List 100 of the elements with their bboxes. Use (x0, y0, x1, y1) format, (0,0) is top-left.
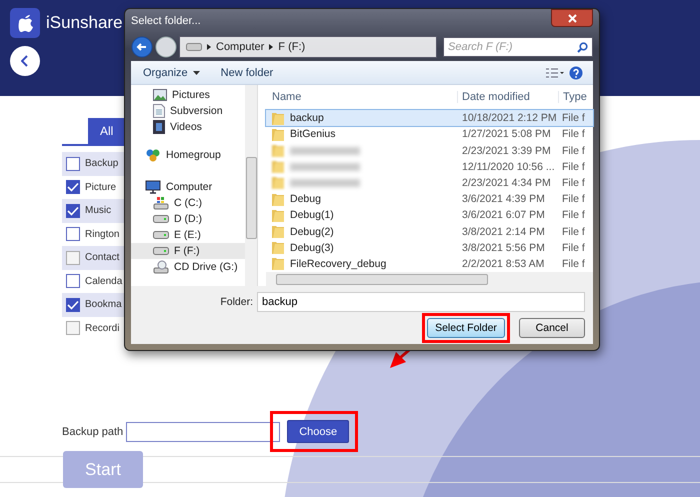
scrollbar[interactable] (245, 85, 257, 286)
date-cell-text: 3/8/2021 2:14 PM (461, 226, 546, 238)
file-row[interactable]: 2/23/2021 3:39 PM File f (266, 142, 593, 159)
type-cell-text: File f (561, 112, 586, 124)
option-label: Rington (85, 228, 120, 240)
date-cell-text: 2/23/2021 4:34 PM (461, 176, 552, 189)
type-cell-text: File f (561, 242, 586, 254)
nav-item[interactable]: Videos (131, 119, 245, 136)
file-row[interactable]: Debug(3) 3/8/2021 5:56 PM File f (266, 240, 593, 256)
file-row[interactable]: backup 10/18/2021 2:12 PM File f (266, 110, 593, 126)
back-button[interactable] (10, 46, 40, 76)
date-cell-text: 3/6/2021 6:07 PM (461, 209, 546, 222)
file-row[interactable]: 12/11/2020 10:56 ... File f (266, 158, 593, 175)
file-name: Debug(1) (290, 209, 334, 222)
drive-icon (153, 231, 169, 240)
file-name: Debug(2) (290, 226, 334, 238)
type-cell-text: File f (561, 176, 586, 189)
checkbox[interactable] (66, 298, 80, 312)
date-cell-text: 10/18/2021 2:12 PM (461, 112, 558, 124)
date-cell-text: 1/27/2021 5:08 PM (461, 128, 552, 140)
search-icon (577, 42, 588, 53)
search-field[interactable]: Search F (F:) (443, 36, 593, 57)
windows-drive-icon (153, 196, 169, 210)
nav-item[interactable]: E (E:) (131, 227, 245, 244)
file-row[interactable]: BitGenius 1/27/2021 5:08 PM File f (266, 126, 593, 142)
nav-item[interactable]: Pictures (131, 87, 245, 104)
checkbox[interactable] (66, 204, 80, 218)
nav-item[interactable]: F (F:) (131, 243, 245, 260)
file-row[interactable]: FileRecovery_debug 2/2/2021 8:53 AM File f (266, 256, 593, 272)
folder-icon (272, 176, 284, 190)
homegroup-icon (145, 148, 161, 162)
scrollbar[interactable] (266, 272, 593, 286)
file-name: Debug (290, 193, 321, 206)
column-header[interactable]: Date modified (458, 91, 559, 104)
folder-icon (272, 192, 284, 206)
file-row[interactable]: Debug(2) 3/8/2021 2:14 PM File f (266, 223, 593, 240)
folder-icon (272, 128, 284, 141)
option-label: Bookma (85, 299, 122, 310)
cancel-button[interactable]: Cancel (519, 318, 585, 338)
option-label: Backup (85, 158, 118, 170)
type-cell-text: File f (561, 160, 586, 173)
folder-label: Folder: (220, 296, 253, 308)
file-row[interactable]: 2/23/2021 4:34 PM File f (266, 174, 593, 192)
choose-button[interactable]: Choose (287, 420, 350, 443)
option-label: Recordi (85, 322, 120, 334)
file-name: backup (290, 112, 324, 124)
date-cell-text: 3/8/2021 5:56 PM (461, 242, 546, 254)
nav-item[interactable]: C (C:) (131, 195, 245, 212)
app-title: iSunshare (46, 13, 123, 33)
date-cell-text: 12/11/2020 10:56 ... (461, 160, 556, 173)
date-cell-text: 2/2/2021 8:53 AM (461, 258, 546, 270)
file-row[interactable]: Debug 3/6/2021 4:39 PM File f (266, 191, 593, 208)
file-name: BitGenius (290, 128, 336, 140)
column-header[interactable]: Name (266, 91, 458, 104)
option-label: Music (85, 205, 112, 216)
nav-item[interactable]: Homegroup (131, 147, 245, 164)
option-label: Picture (85, 182, 116, 193)
nav-item[interactable]: Subversion (131, 103, 245, 120)
address-bar[interactable]: Computer F (F:) (179, 36, 437, 58)
select-folder-button[interactable]: Select Folder (427, 318, 505, 338)
folder-icon (272, 160, 284, 174)
type-cell-text: File f (561, 193, 586, 206)
checkbox[interactable] (66, 180, 80, 194)
drive-icon (186, 42, 202, 51)
nav-item[interactable]: CD Drive (G:) (131, 259, 245, 276)
folder-icon (272, 208, 284, 222)
dialog-title: Select folder... (131, 14, 201, 27)
file-row[interactable]: Debug(1) 3/6/2021 6:07 PM File f (266, 207, 593, 224)
view-icon[interactable] (546, 68, 564, 78)
picture-icon (153, 89, 167, 102)
type-cell-text: File f (561, 144, 586, 157)
folder-icon (272, 225, 284, 238)
drive-icon (153, 247, 169, 256)
option-label: Contact (85, 252, 120, 264)
type-cell-text: File f (561, 209, 586, 222)
nav-item[interactable]: Computer (131, 179, 245, 196)
checkbox[interactable] (66, 156, 80, 171)
backup-path-field[interactable] (126, 422, 280, 442)
nav-item[interactable]: D (D:) (131, 211, 245, 228)
checkbox[interactable] (66, 227, 80, 242)
document-icon (153, 104, 165, 118)
cd-drive-icon (153, 260, 169, 274)
folder-field[interactable]: backup (257, 292, 585, 312)
column-header[interactable]: Type (559, 91, 593, 104)
help-icon[interactable] (569, 66, 583, 80)
folder-icon (272, 144, 284, 158)
close-button[interactable] (551, 9, 593, 27)
folder-icon (272, 112, 284, 125)
organize-menu[interactable]: Organize (143, 66, 188, 79)
checkbox[interactable] (66, 274, 80, 288)
app-logo-icon (10, 8, 40, 38)
breadcrumb-item[interactable]: Computer (216, 40, 264, 53)
type-cell-text: File f (561, 226, 586, 238)
breadcrumb-item[interactable]: F (F:) (278, 40, 306, 53)
new-folder-button[interactable]: New folder (220, 66, 274, 79)
caret-icon (192, 70, 200, 75)
folder-icon (272, 257, 284, 270)
option-label: Calenda (85, 276, 122, 287)
drive-icon (153, 215, 169, 224)
type-cell-text: File f (561, 128, 586, 140)
